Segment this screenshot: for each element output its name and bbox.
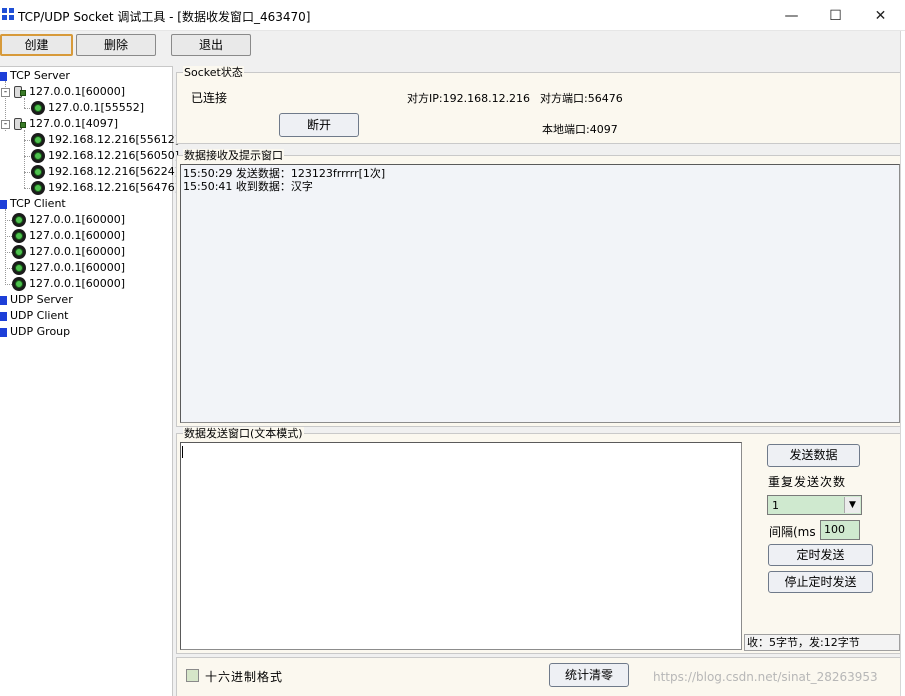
app-icon	[2, 8, 14, 20]
clear-stats-button[interactable]: 统计清零	[549, 663, 629, 687]
tree-item-server[interactable]: - 127.0.0.1[60000]	[0, 84, 170, 100]
stop-timed-send-button[interactable]: 停止定时发送	[768, 571, 873, 593]
connection-icon	[31, 181, 45, 195]
title-bar: TCP/UDP Socket 调试工具 - [数据收发窗口_463470] — …	[0, 0, 905, 31]
tree-item-connection[interactable]: 192.168.12.216[56224]	[0, 164, 179, 180]
group-title: Socket状态	[183, 66, 244, 79]
connection-icon	[31, 149, 45, 163]
hex-format-label: 十六进制格式	[205, 670, 284, 684]
exit-button[interactable]: 退出	[171, 34, 251, 56]
toolbar: 创建 删除 退出	[0, 31, 905, 63]
close-button[interactable]: ✕	[858, 0, 903, 31]
connection-icon	[12, 229, 26, 243]
tree-label: 127.0.0.1[4097]	[29, 117, 119, 130]
tree-item-client[interactable]: 127.0.0.1[60000]	[0, 260, 170, 276]
folder-icon	[0, 328, 7, 337]
remote-port: 对方端口:56476	[540, 92, 623, 105]
tree-item-connection[interactable]: 192.168.12.216[55612]	[0, 132, 179, 148]
tree-item-connection[interactable]: 192.168.12.216[56050]	[0, 148, 179, 164]
tree-label: 192.168.12.216[56050]	[48, 149, 180, 162]
remote-ip: 对方IP:192.168.12.216	[407, 92, 531, 105]
group-title: 数据接收及提示窗口	[183, 149, 284, 162]
timed-send-button[interactable]: 定时发送	[768, 544, 873, 566]
connection-icon	[12, 213, 26, 227]
server-icon	[12, 85, 26, 99]
connection-icon	[12, 245, 26, 259]
hex-format-checkbox[interactable]	[186, 669, 199, 682]
text-caret	[182, 446, 183, 458]
tree-item-connection[interactable]: 192.168.12.216[56476]	[0, 180, 179, 196]
tree-item-server[interactable]: - 127.0.0.1[4097]	[0, 116, 170, 132]
receive-line: 15:50:41 收到数据：汉字	[183, 180, 313, 193]
send-textarea[interactable]	[180, 442, 742, 650]
tree-label: 127.0.0.1[60000]	[29, 277, 126, 290]
local-port: 本地端口:4097	[542, 123, 618, 136]
tree-label: UDP Server	[10, 293, 73, 306]
receive-line: 15:50:29 发送数据：123123frrrrr[1次]	[183, 167, 386, 180]
tree-label: 127.0.0.1[55552]	[48, 101, 145, 114]
tree-item-client[interactable]: 127.0.0.1[60000]	[0, 276, 170, 292]
tree-item-client[interactable]: 127.0.0.1[60000]	[0, 228, 170, 244]
create-button[interactable]: 创建	[0, 34, 73, 56]
group-title: 数据发送窗口(文本模式)	[183, 427, 304, 440]
chevron-down-icon[interactable]: ▼	[844, 497, 860, 513]
repeat-count-select[interactable]: 1 ▼	[767, 495, 862, 515]
folder-icon	[0, 312, 7, 321]
tree-label: UDP Client	[10, 309, 69, 322]
window-edge	[900, 31, 905, 696]
tree-label: UDP Group	[10, 325, 71, 338]
minimize-button[interactable]: —	[769, 0, 814, 31]
tree-label: 192.168.12.216[55612]	[48, 133, 180, 146]
delete-button[interactable]: 删除	[76, 34, 156, 56]
connection-icon	[12, 277, 26, 291]
tree-label: TCP Server	[10, 69, 70, 82]
interval-label: 间隔(ms	[769, 525, 816, 539]
connection-icon	[31, 133, 45, 147]
tree-label: 127.0.0.1[60000]	[29, 213, 126, 226]
maximize-button[interactable]: ☐	[813, 0, 858, 31]
tree-item-connection[interactable]: 127.0.0.1[55552]	[0, 100, 170, 116]
interval-input[interactable]: 100	[820, 520, 860, 540]
tree-label: 192.168.12.216[56476]	[48, 181, 180, 194]
tree-label: 127.0.0.1[60000]	[29, 85, 126, 98]
tree-label: 127.0.0.1[60000]	[29, 261, 126, 274]
repeat-count-value: 1	[772, 499, 779, 512]
folder-icon	[0, 296, 7, 305]
disconnect-button[interactable]: 断开	[279, 113, 359, 137]
connection-status: 已连接	[191, 91, 228, 105]
tree-item-client[interactable]: 127.0.0.1[60000]	[0, 212, 170, 228]
folder-icon	[0, 72, 7, 81]
server-icon	[12, 117, 26, 131]
connection-icon	[31, 101, 45, 115]
collapse-icon[interactable]: -	[1, 88, 10, 97]
send-data-button[interactable]: 发送数据	[767, 444, 860, 467]
window-title: TCP/UDP Socket 调试工具 - [数据收发窗口_463470]	[18, 10, 311, 24]
collapse-icon[interactable]: -	[1, 120, 10, 129]
byte-count-status: 收：5字节，发:12字节	[744, 634, 900, 651]
tree-item-client[interactable]: 127.0.0.1[60000]	[0, 244, 170, 260]
tree-label: 127.0.0.1[60000]	[29, 245, 126, 258]
tree-label: TCP Client	[10, 197, 66, 210]
receive-textarea[interactable]: 15:50:29 发送数据：123123frrrrr[1次] 15:50:41 …	[180, 164, 900, 423]
repeat-count-label: 重复发送次数	[768, 475, 847, 489]
tree-label: 192.168.12.216[56224]	[48, 165, 180, 178]
connection-icon	[31, 165, 45, 179]
tree-label: 127.0.0.1[60000]	[29, 229, 126, 242]
folder-icon	[0, 200, 7, 209]
connection-tree: TCP Server - 127.0.0.1[60000] 127.0.0.1[…	[0, 66, 179, 696]
connection-icon	[12, 261, 26, 275]
watermark: https://blog.csdn.net/sinat_28263953	[653, 670, 878, 684]
